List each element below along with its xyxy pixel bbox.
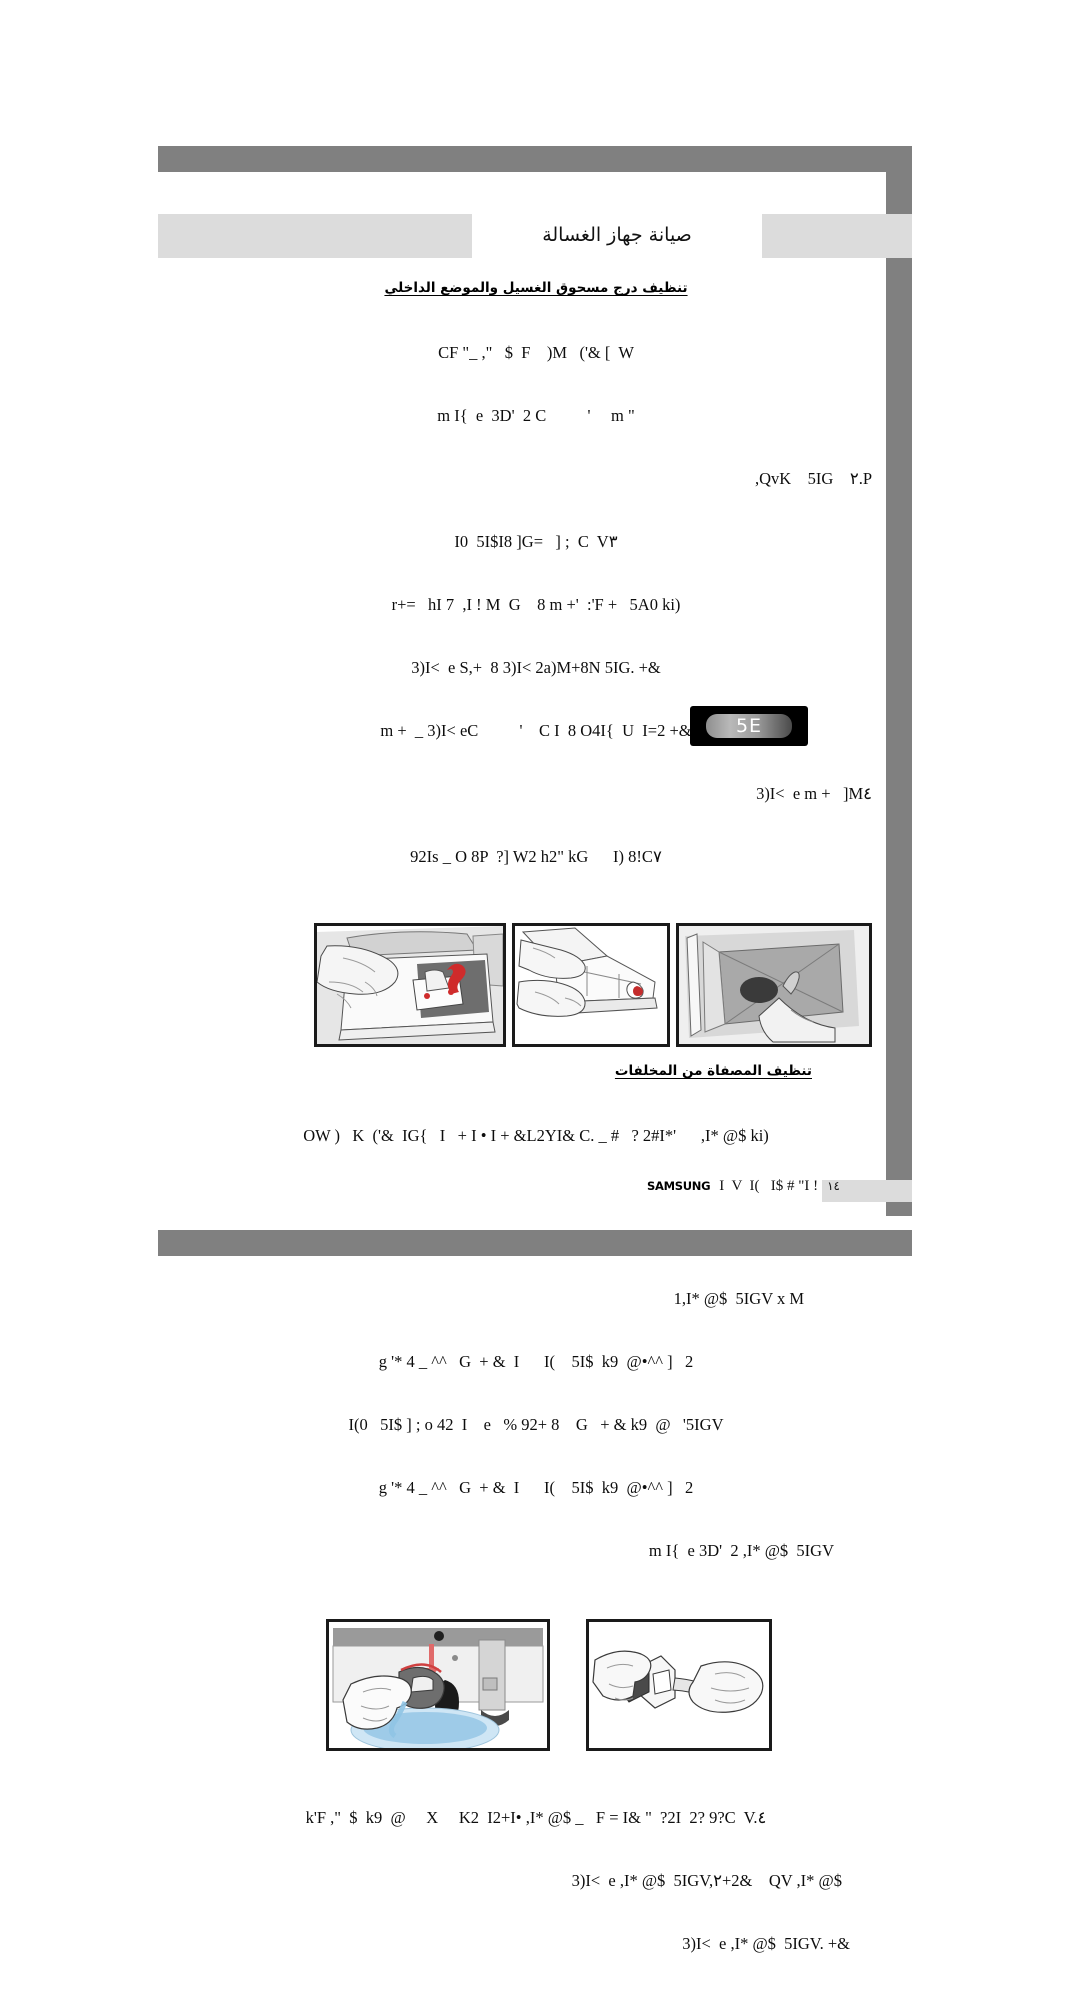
body-line: ,QvK 5IG ٢.P	[754, 469, 872, 488]
page-title: صيانة جهاز الغسالة	[542, 224, 692, 246]
body-line: 3)I< e S,+ 8 3)I< 2a)M+8N 5IG. +&	[411, 658, 661, 677]
section-body-detergent-drawer: CF "_ ," $ F )M ('& [ W m I{ e 3D' 2 C '…	[200, 300, 872, 909]
page-footer: SAMSUNG I V I( I$ # "I ! ١٤	[200, 1178, 840, 1195]
figure-drawer-recess-cleaning	[676, 923, 872, 1047]
section-body-filter-steps: 1,I* @$ 5IGV x M g '* 4 _ ^^ G + & I I( …	[200, 1246, 872, 1603]
body-line: I0 5I$I8 ]G= ] ; C V٣	[454, 532, 618, 551]
page-title-box: صيانة جهاز الغسالة	[472, 212, 762, 258]
body-line: 1,I* @$ 5IGV x M	[673, 1289, 804, 1308]
section-heading-detergent-drawer: تنظيف درج مسحوق الغسيل والموضع الداخلي	[384, 280, 688, 296]
body-line: g '* 4 _ ^^ G + & I I( 5I$ k9 @•^^ ] 2	[378, 1352, 694, 1371]
section-body-filter-reassembly: k'F ," $ k9 @ X K2 I2+I• ,I* @$ _ F = I&…	[200, 1765, 872, 1996]
page-number: ١٤	[827, 1179, 840, 1193]
body-line: m I{ e 3D' 2 C ' m "	[437, 406, 635, 425]
error-code-text: 5E	[735, 715, 763, 737]
body-line: I(0 5I$ ] ; o 42 I e % 92+ 8 G + & k9 @ …	[348, 1415, 724, 1434]
body-line: g '* 4 _ ^^ G + & I I( 5I$ k9 @•^^ ] 2	[378, 1478, 694, 1497]
footer-text: I V I( I$ # "I !	[719, 1178, 819, 1194]
samsung-logo: SAMSUNG	[647, 1179, 711, 1193]
frame-bar-right-upper	[886, 146, 912, 256]
body-line: 3)I< e m + ]M٤	[756, 784, 872, 803]
body-line: OW ) K ('& IG{ I + I • I + &L2YI& C. _ #…	[303, 1126, 769, 1145]
lcd-screen: 5E	[706, 714, 792, 738]
frame-bar-top	[158, 146, 912, 172]
figure-drawer-compartment-insert	[314, 923, 506, 1047]
figure-row-drawer	[200, 923, 872, 1047]
display-panel-spacer	[200, 1188, 872, 1246]
figure-filter-cap-cleaning	[586, 1619, 772, 1751]
section-body-filter-cleaning: OW ) K ('& IG{ I + I • I + &L2YI& C. _ #…	[200, 1083, 872, 1188]
figure-row-filter	[200, 1619, 872, 1751]
body-line: k'F ," $ k9 @ X K2 I2+I• ,I* @$ _ F = I&…	[305, 1808, 767, 1827]
body-line: CF "_ ," $ F )M ('& [ W	[438, 343, 634, 362]
section-heading-filter-cleaning: تنظيف المصفاة من المخلفات	[614, 1063, 812, 1079]
body-line: 3)I< e ,I* @$ 5IGV,٢+2& QV ,I* @$	[571, 1871, 842, 1890]
figure-detergent-drawer-removal	[512, 923, 670, 1047]
body-line: 92Is _ O 8P ?] W2 h2" kG I) 8!C٧	[410, 847, 662, 866]
error-code-display-panel: 5E	[690, 706, 808, 746]
figure-drain-filter-water-release	[326, 1619, 550, 1751]
body-line: 3)I< e ,I* @$ 5IGV. +&	[682, 1934, 850, 1953]
content-column: تنظيف درج مسحوق الغسيل والموضع الداخلي C…	[200, 280, 872, 1996]
body-line: m I{ e 3D' 2 ,I* @$ 5IGV	[648, 1541, 834, 1560]
body-line: r+= hI 7 ,I ! M G 8 m +' :'F + 5A0 ki)	[391, 595, 681, 614]
frame-bar-right-lower	[886, 258, 912, 1216]
